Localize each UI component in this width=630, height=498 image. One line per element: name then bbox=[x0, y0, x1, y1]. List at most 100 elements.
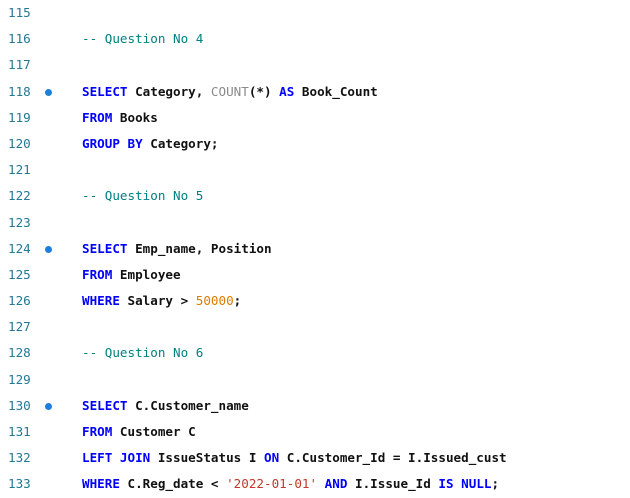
code-token: -- Question No 5 bbox=[82, 188, 204, 204]
line-number: 119 bbox=[8, 109, 31, 125]
line-gutter: 124 bbox=[8, 236, 66, 262]
line-number: 120 bbox=[8, 135, 31, 151]
code-line[interactable]: 128 -- Question No 6 bbox=[0, 340, 630, 366]
line-gutter: 120 bbox=[8, 131, 66, 157]
run-indicator-dot-icon[interactable] bbox=[45, 245, 52, 253]
code-text: -- Question No 5 bbox=[82, 183, 203, 209]
line-gutter: 133 bbox=[8, 471, 66, 497]
code-text: SELECT Emp_name, Position bbox=[82, 236, 272, 262]
code-text: FROM Books bbox=[82, 105, 158, 131]
line-number: 127 bbox=[8, 319, 31, 335]
code-token: IS NULL bbox=[438, 476, 492, 492]
line-number: 123 bbox=[8, 214, 31, 230]
line-gutter: 132 bbox=[8, 445, 66, 471]
code-text: SELECT C.Customer_name bbox=[82, 393, 249, 419]
code-line[interactable]: 131 FROM Customer C bbox=[0, 419, 630, 445]
code-token: SELECT bbox=[82, 397, 128, 413]
line-number: 133 bbox=[8, 476, 31, 492]
line-number: 124 bbox=[8, 240, 31, 256]
code-line[interactable]: 117 bbox=[0, 52, 630, 78]
line-number: 122 bbox=[8, 188, 31, 204]
code-token: ; bbox=[233, 293, 242, 309]
line-gutter: 128 bbox=[8, 340, 66, 366]
code-line[interactable]: 115 bbox=[0, 0, 630, 26]
code-token: C.Customer_name bbox=[127, 397, 249, 413]
line-gutter: 118 bbox=[8, 79, 66, 105]
code-token: Books bbox=[112, 109, 158, 125]
code-text: FROM Customer C bbox=[82, 419, 196, 445]
code-line[interactable]: 123 bbox=[0, 210, 630, 236]
code-line[interactable]: 132 LEFT JOIN IssueStatus I ON C.Customer… bbox=[0, 445, 630, 471]
line-number: 115 bbox=[8, 5, 31, 20]
line-gutter: 119 bbox=[8, 105, 66, 131]
code-line[interactable]: 130 SELECT C.Customer_name bbox=[0, 393, 630, 419]
code-token: Book_Count bbox=[294, 83, 378, 99]
code-token: AS bbox=[279, 83, 295, 99]
code-token: C.Customer_Id = I.Issued_cust bbox=[279, 450, 507, 466]
code-token: Customer C bbox=[112, 424, 196, 439]
line-gutter: 115 bbox=[8, 0, 66, 26]
code-line[interactable]: 120 GROUP BY Category; bbox=[0, 131, 630, 157]
line-number: 128 bbox=[8, 345, 31, 361]
code-line[interactable]: 129 bbox=[0, 367, 630, 393]
code-token: WHERE bbox=[82, 293, 120, 309]
line-gutter: 131 bbox=[8, 419, 66, 445]
code-token: GROUP BY bbox=[82, 135, 143, 151]
code-token: ; bbox=[491, 476, 500, 492]
code-token: I.Issue_Id bbox=[347, 476, 439, 492]
code-text: FROM Employee bbox=[82, 262, 181, 288]
code-text: SELECT Category, COUNT(*) AS Book_Count bbox=[82, 79, 378, 105]
code-token: Category, bbox=[127, 83, 211, 99]
code-line[interactable]: 121 bbox=[0, 157, 630, 183]
line-gutter: 121 bbox=[8, 157, 66, 183]
run-indicator-dot-icon[interactable] bbox=[45, 88, 52, 96]
code-token: Employee bbox=[112, 266, 181, 282]
line-number: 129 bbox=[8, 371, 31, 387]
code-text: -- Question No 6 bbox=[82, 340, 203, 366]
line-number: 125 bbox=[8, 266, 31, 282]
code-text: GROUP BY Category; bbox=[82, 131, 219, 157]
code-line[interactable]: 122 -- Question No 5 bbox=[0, 183, 630, 209]
code-line[interactable]: 127 bbox=[0, 314, 630, 340]
code-token: ON bbox=[263, 450, 280, 466]
line-gutter: 123 bbox=[8, 210, 66, 236]
run-indicator-dot-icon[interactable] bbox=[45, 402, 52, 410]
line-gutter: 122 bbox=[8, 183, 66, 209]
line-number: 117 bbox=[8, 57, 31, 73]
code-token: IssueStatus I bbox=[150, 450, 264, 466]
line-number: 118 bbox=[8, 83, 31, 99]
code-token: SELECT bbox=[82, 240, 128, 256]
code-line[interactable]: 133 WHERE C.Reg_date < '2022-01-01' AND I… bbox=[0, 471, 630, 497]
code-token: LEFT JOIN bbox=[82, 450, 151, 466]
line-gutter: 126 bbox=[8, 288, 66, 314]
code-line[interactable]: 124 SELECT Emp_name, Position bbox=[0, 236, 630, 262]
line-gutter: 130 bbox=[8, 393, 66, 419]
code-token: WHERE bbox=[82, 476, 120, 492]
code-text: WHERE C.Reg_date < '2022-01-01' AND I.Is… bbox=[82, 471, 499, 497]
line-number: 131 bbox=[8, 424, 31, 439]
code-token: (*) bbox=[248, 83, 280, 99]
code-editor[interactable]: 115 116 -- Question No 4 117 118 SELECT Categ… bbox=[0, 0, 630, 497]
line-number: 126 bbox=[8, 293, 31, 309]
line-number: 132 bbox=[8, 450, 31, 466]
code-token: '2022-01-01' bbox=[226, 476, 318, 492]
code-token: FROM bbox=[82, 109, 113, 125]
code-line[interactable]: 125 FROM Employee bbox=[0, 262, 630, 288]
code-token: Emp_name, Position bbox=[127, 240, 272, 256]
code-text: -- Question No 4 bbox=[82, 26, 203, 52]
code-line[interactable]: 126 WHERE Salary > 50000; bbox=[0, 288, 630, 314]
code-token: Salary > bbox=[119, 293, 196, 309]
code-token: C.Reg_date < bbox=[119, 476, 227, 492]
code-token: SELECT bbox=[82, 83, 128, 99]
code-line[interactable]: 118 SELECT Category, COUNT(*) AS Book_Cou… bbox=[0, 79, 630, 105]
line-gutter: 129 bbox=[8, 367, 66, 393]
line-number: 130 bbox=[8, 397, 31, 413]
code-text: LEFT JOIN IssueStatus I ON C.Customer_Id… bbox=[82, 445, 507, 471]
code-line[interactable]: 119 FROM Books bbox=[0, 105, 630, 131]
code-line[interactable]: 116 -- Question No 4 bbox=[0, 26, 630, 52]
code-token: AND bbox=[324, 476, 348, 492]
code-token: -- Question No 4 bbox=[82, 31, 204, 47]
code-token: FROM bbox=[82, 424, 113, 439]
line-gutter: 125 bbox=[8, 262, 66, 288]
